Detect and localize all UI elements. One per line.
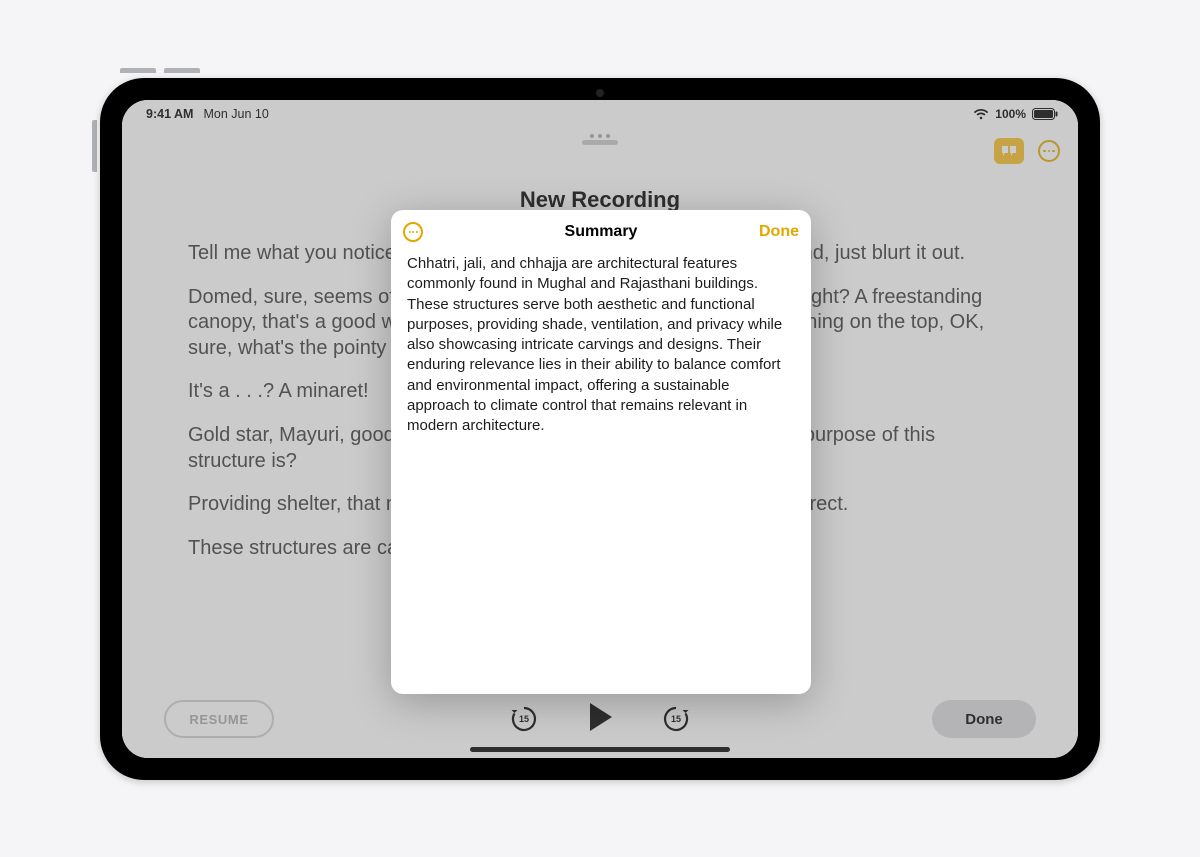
front-camera [596,89,604,97]
modal-done-button[interactable]: Done [743,223,799,241]
modal-title: Summary [459,223,743,241]
modal-body-text: Chhatri, jali, and chhajja are architect… [391,252,811,452]
modal-more-button[interactable] [403,222,423,242]
power-button [92,120,97,172]
volume-down-button [164,68,200,73]
summary-modal: Summary Done Chhatri, jali, and chhajja … [391,210,811,694]
ipad-frame: 9:41 AM Mon Jun 10 100% [100,78,1100,780]
screen: 9:41 AM Mon Jun 10 100% [122,100,1078,758]
volume-up-button [120,68,156,73]
